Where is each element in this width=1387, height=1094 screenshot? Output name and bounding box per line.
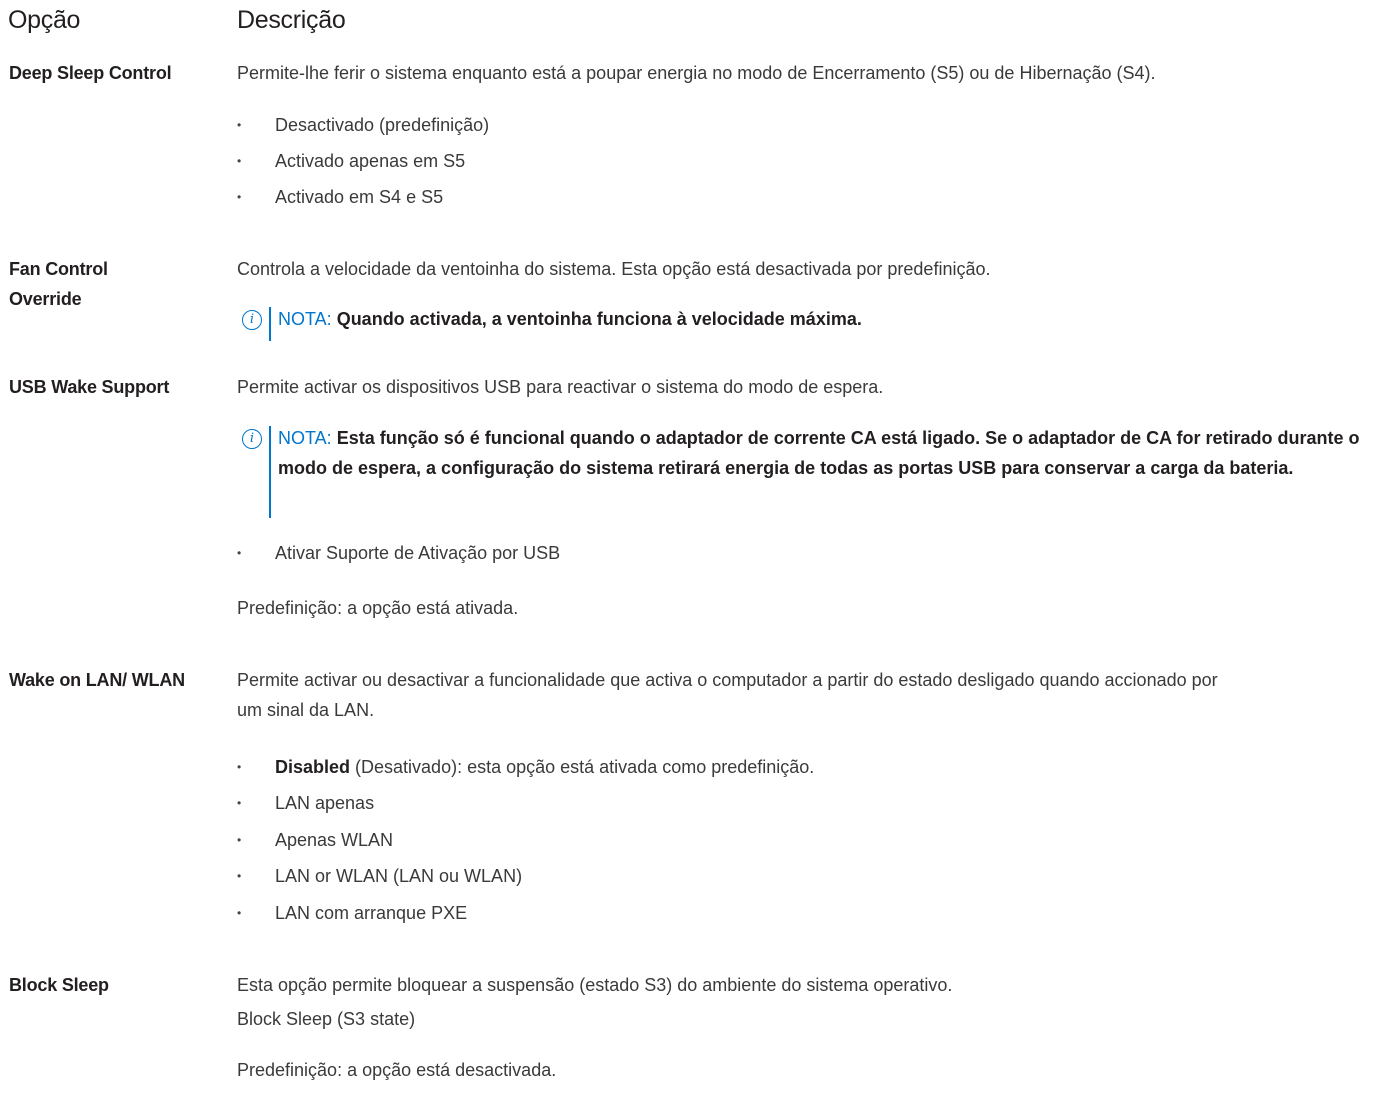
list-item: • Activado apenas em S5 xyxy=(237,146,465,176)
description-block-sleep: Esta opção permite bloquear a suspensão … xyxy=(237,975,953,995)
note-text: NOTA: Quando activada, a ventoinha funci… xyxy=(278,304,1383,334)
note-accent-bar xyxy=(269,426,271,518)
list-item: • LAN apenas xyxy=(237,788,374,818)
bullet-icon: • xyxy=(237,190,242,204)
note-label: NOTA: xyxy=(278,309,332,329)
info-icon: i xyxy=(242,429,262,449)
bullet-icon: • xyxy=(237,869,242,883)
list-item-text: Activado apenas em S5 xyxy=(275,151,466,171)
bullet-icon: • xyxy=(237,760,242,774)
option-wake-on-lan: Wake on LAN/ WLAN xyxy=(9,670,185,690)
bullet-icon: • xyxy=(237,906,242,920)
list-item-text: LAN com arranque PXE xyxy=(275,903,468,923)
description-usb-wake-support: Permite activar os dispositivos USB para… xyxy=(237,377,884,397)
list-item-text: Desactivado (predefinição) xyxy=(275,115,490,135)
column-header-option: Opção xyxy=(8,6,81,34)
option-block-sleep: Block Sleep xyxy=(9,975,109,995)
description-fan-control-override: Controla a velocidade da ventoinha do si… xyxy=(237,259,991,279)
note-label: NOTA: xyxy=(278,428,332,448)
document-page: Opção Descrição Deep Sleep Control Permi… xyxy=(0,0,1387,1094)
block-sleep-setting: Block Sleep (S3 state) xyxy=(237,1009,416,1029)
list-item-text: LAN apenas xyxy=(275,793,375,813)
list-item-text: Apenas WLAN xyxy=(275,830,394,850)
list-item: • LAN or WLAN (LAN ou WLAN) xyxy=(237,861,522,891)
list-item-text: LAN or WLAN (LAN ou WLAN) xyxy=(275,866,523,886)
option-usb-wake-support: USB Wake Support xyxy=(9,377,170,397)
note-fan-control: i NOTA: Quando activada, a ventoinha fun… xyxy=(242,304,1383,341)
list-item-text: Ativar Suporte de Ativação por USB xyxy=(275,543,561,563)
column-header-description: Descrição xyxy=(237,6,346,34)
option-fan-control-override: Fan Control Override xyxy=(9,259,108,309)
list-item: • Desactivado (predefinição) xyxy=(237,110,489,140)
description-deep-sleep-control: Permite-lhe ferir o sistema enquanto est… xyxy=(237,63,1156,83)
bullet-icon: • xyxy=(237,833,242,847)
note-body: Quando activada, a ventoinha funciona à … xyxy=(336,309,862,329)
list-item: • LAN com arranque PXE xyxy=(237,898,467,928)
info-icon: i xyxy=(242,310,262,330)
bullet-icon: • xyxy=(237,796,242,810)
list-item-text: (Desativado): esta opção está ativada co… xyxy=(350,757,815,777)
note-body: Esta função só é funcional quando o adap… xyxy=(278,428,1360,478)
list-item: • Apenas WLAN xyxy=(237,825,393,855)
bullet-icon: • xyxy=(237,118,242,132)
note-usb-wake: i NOTA: Esta função só é funcional quand… xyxy=(242,423,1382,523)
list-item-bold: Disabled xyxy=(275,757,351,777)
list-item-text: Activado em S4 e S5 xyxy=(275,187,444,207)
usb-wake-default: Predefinição: a opção está ativada. xyxy=(237,598,519,618)
block-sleep-default: Predefinição: a opção está desactivada. xyxy=(237,1060,557,1080)
bullet-icon: • xyxy=(237,546,242,560)
list-item: • Disabled (Desativado): esta opção está … xyxy=(237,752,814,782)
note-text: NOTA: Esta função só é funcional quando … xyxy=(278,423,1383,483)
list-item: • Ativar Suporte de Ativação por USB xyxy=(237,538,560,568)
list-item: • Activado em S4 e S5 xyxy=(237,182,443,212)
bullet-icon: • xyxy=(237,154,242,168)
note-accent-bar xyxy=(269,307,271,341)
description-wake-on-lan: Permite activar ou desactivar a funciona… xyxy=(237,670,1218,720)
option-deep-sleep-control: Deep Sleep Control xyxy=(9,63,172,83)
